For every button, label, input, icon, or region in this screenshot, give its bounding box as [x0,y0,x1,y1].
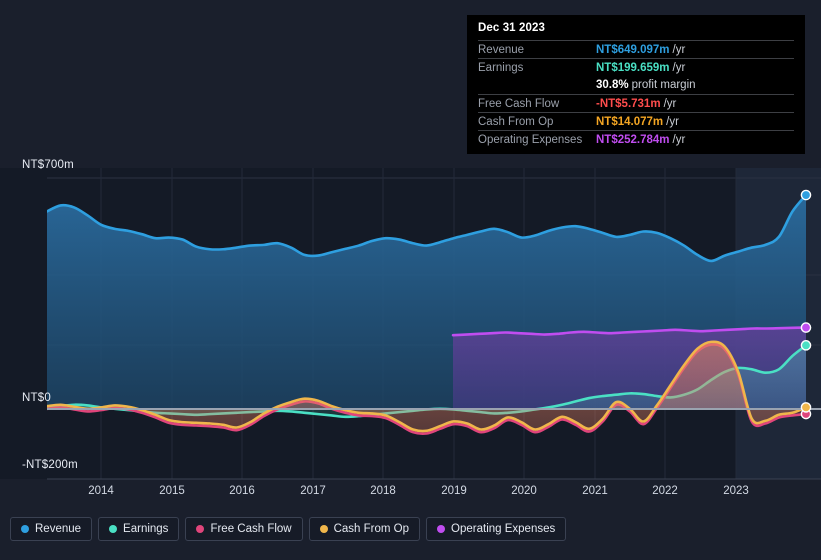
legend-item-label: Cash From Op [333,523,410,535]
tooltip-row-unit: /yr [672,43,686,56]
tooltip-row-label: Cash From Op [478,115,554,128]
legend-item-label: Revenue [35,523,82,535]
x-axis-label-2021: 2021 [582,485,608,497]
x-axis-label-2022: 2022 [652,485,678,497]
tooltip-row-value: -NT$5.731m [596,97,661,110]
tooltip-row-value: NT$14.077m [596,115,664,128]
legend-item-cash-from-op[interactable]: Cash From Op [308,517,421,541]
tooltip-row-value: NT$649.097m [596,43,670,56]
legend-color-dot-icon [437,525,446,533]
legend-item-label: Earnings [123,523,169,535]
x-axis-label-2020: 2020 [511,485,537,497]
y-axis-label-min: -NT$200m [22,459,78,471]
x-axis-label-2014: 2014 [88,485,114,497]
tooltip-row-unit: /yr [672,61,686,74]
tooltip-row-revenue: Revenue NT$649.097m/yr [478,40,794,58]
endpoint-marker-operating-expenses [800,322,812,333]
legend-color-dot-icon [196,525,205,533]
y-axis-label-max: NT$700m [22,159,74,171]
tooltip-row-operating-expenses: Operating Expenses NT$252.784m/yr [478,130,794,148]
x-axis-label-2017: 2017 [300,485,326,497]
x-axis-label-2016: 2016 [229,485,255,497]
x-axis-label-2019: 2019 [441,485,467,497]
legend-color-dot-icon [21,525,29,533]
tooltip-row-label: Operating Expenses [478,134,583,147]
legend-item-label: Operating Expenses [451,523,556,535]
tooltip-row-cash-from-op: Cash From Op NT$14.077m/yr [478,112,794,130]
x-axis-label-2018: 2018 [370,485,396,497]
endpoint-marker-revenue [800,189,812,201]
legend-item-earnings[interactable]: Earnings [98,517,180,541]
chart-legend[interactable]: Revenue Earnings Free Cash Flow Cash From O… [10,517,567,541]
data-tooltip: Dec 31 2023 Revenue NT$649.097m/yr Earning… [467,15,805,154]
tooltip-row-unit: /yr [666,115,679,128]
tooltip-row-label: Free Cash Flow [478,97,560,110]
legend-item-free-cash-flow[interactable]: Free Cash Flow [185,517,303,541]
tooltip-row-unit: /yr [672,134,686,147]
x-axis-label-2015: 2015 [159,485,185,497]
tooltip-row-earnings: Earnings NT$199.659m/yr [478,58,794,76]
legend-item-label: Free Cash Flow [210,523,292,535]
tooltip-row-value: NT$252.784m [596,134,670,147]
tooltip-row-free-cash-flow: Free Cash Flow -NT$5.731m/yr [478,93,794,112]
tooltip-row-value: NT$199.659m [596,61,670,74]
legend-item-operating-expenses[interactable]: Operating Expenses [426,517,567,541]
financial-chart: NT$700m NT$0 -NT$200m 2014 2015 2016 2017 20… [0,0,821,560]
legend-color-dot-icon [319,525,328,533]
legend-item-revenue[interactable]: Revenue [10,517,93,541]
legend-color-dot-icon [109,525,118,533]
y-axis-label-zero: NT$0 [22,392,51,404]
tooltip-row-value: 30.8% [596,79,629,92]
tooltip-date: Dec 31 2023 [478,22,545,34]
tooltip-row-unit: profit margin [631,79,696,92]
tooltip-row-unit: /yr [663,97,677,110]
tooltip-row-label: Revenue [478,43,525,56]
tooltip-rows: Revenue NT$649.097m/yr Earnings NT$199.659m… [478,40,794,149]
x-axis-label-2023: 2023 [723,485,749,497]
tooltip-row-profit-margin: 30.8% profit margin [478,77,794,94]
endpoint-marker-cash-from-op [800,402,812,413]
tooltip-row-label: Earnings [478,61,524,74]
endpoint-marker-earnings [800,340,812,351]
